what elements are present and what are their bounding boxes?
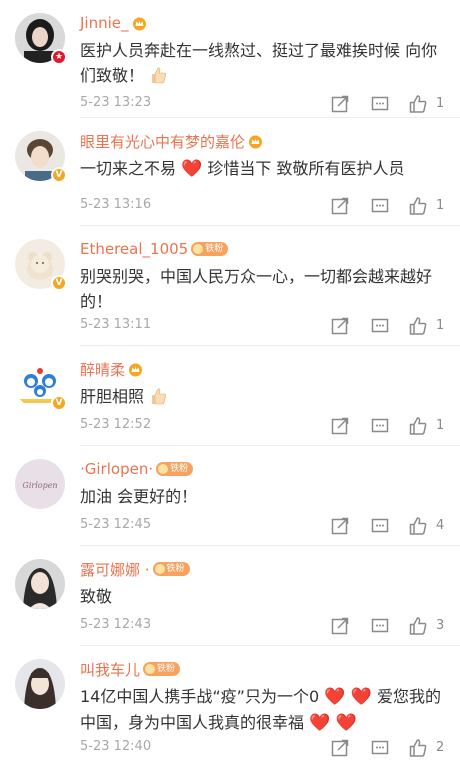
username[interactable]: 眼里有光心中有梦的嘉伦 [80, 131, 245, 152]
share-icon[interactable] [330, 94, 350, 114]
avatar[interactable]: V [15, 131, 67, 183]
comment-icon[interactable] [370, 316, 390, 336]
comment-item: V 眼里有光心中有梦的嘉伦 一切来之不易 ❤️ 珍惜当下 致敬所有医护人员 5-… [0, 118, 460, 226]
timestamp: 5-23 13:23 [80, 95, 152, 110]
username[interactable]: 醉晴柔 [80, 359, 125, 380]
crown-icon [248, 134, 263, 149]
comment-icon[interactable] [370, 738, 390, 758]
comment-icon[interactable] [370, 516, 390, 536]
timestamp: 5-23 12:40 [80, 739, 152, 754]
comment-text: 一切来之不易 ❤️ 珍惜当下 致敬所有医护人员 [80, 159, 405, 179]
comment-text: 致敬 [80, 587, 113, 606]
comment-text: 医护人员奔赴在一线熬过、挺过了最难挨时候 向你们致敬！ [80, 41, 438, 85]
avatar[interactable]: V [15, 239, 67, 291]
share-icon[interactable] [330, 738, 350, 758]
comment-text: 肝胆相照 [80, 384, 445, 409]
timestamp: 5-23 12:43 [80, 617, 152, 632]
share-icon[interactable] [330, 316, 350, 336]
crown-icon [132, 16, 147, 31]
share-icon[interactable] [330, 516, 350, 536]
like-icon[interactable] [408, 738, 428, 758]
like-count: 1 [436, 96, 445, 111]
comment-icon[interactable] [370, 616, 390, 636]
comment-item: 叫我车儿 铁粉 14亿中国人携手战“疫”只为一个0 ❤️ ❤️ 爱您我的中国，身… [0, 646, 460, 763]
timestamp: 5-23 13:11 [80, 317, 152, 332]
heart-emoji-icon: ❤️ [181, 159, 203, 179]
share-icon[interactable] [330, 196, 350, 216]
like-icon[interactable] [408, 616, 428, 636]
like-count: 3 [436, 618, 445, 633]
comment-item: 露可娜娜 · 铁粉 致敬 5-23 12:43 3 [0, 546, 460, 646]
heart-emoji-icon: ❤️ ❤️ [309, 713, 357, 733]
verified-badge-icon: V [51, 167, 67, 183]
comment-text: 14亿中国人携手战“疫”只为一个0 ❤️ ❤️ 爱您我的中国，身为中国人我真的很… [80, 687, 442, 733]
verified-badge-icon: V [51, 275, 67, 291]
avatar[interactable]: Girlopen [15, 459, 65, 509]
like-count: 1 [436, 418, 445, 433]
like-icon[interactable] [408, 516, 428, 536]
like-icon[interactable] [408, 196, 428, 216]
fan-badge: 铁粉 [191, 242, 229, 256]
timestamp: 5-23 12:45 [80, 517, 152, 532]
comment-item: V Ethereal_1005 铁粉 别哭别哭，中国人民万众一心，一切都会越来越… [0, 226, 460, 346]
like-icon[interactable] [408, 416, 428, 436]
comment-item: Girlopen ·Girlopen· 铁粉 加油 会更好的！ 5-23 12:… [0, 446, 460, 546]
avatar-text: Girlopen [22, 481, 57, 490]
avatar[interactable] [15, 559, 65, 609]
username[interactable]: Jinnie_ [80, 14, 129, 32]
like-count: 1 [436, 198, 445, 213]
avatar[interactable]: V [15, 359, 67, 411]
verified-badge-icon: V [51, 395, 67, 411]
avatar[interactable] [15, 659, 65, 709]
comment-icon[interactable] [370, 196, 390, 216]
like-count: 4 [436, 518, 445, 533]
comment-icon[interactable] [370, 416, 390, 436]
like-count: 1 [436, 318, 445, 333]
share-icon[interactable] [330, 616, 350, 636]
fan-badge: 铁粉 [152, 562, 190, 576]
comment-text: 别哭别哭，中国人民万众一心，一切都会越来越好的！ [80, 267, 433, 311]
thumbs-up-emoji-icon [149, 387, 167, 405]
like-count: 2 [436, 740, 445, 755]
share-icon[interactable] [330, 416, 350, 436]
fan-badge: 铁粉 [156, 462, 194, 476]
verified-badge-icon: ★ [51, 49, 67, 65]
fan-badge: 铁粉 [143, 662, 181, 676]
crown-icon [128, 362, 143, 377]
thumbs-up-emoji-icon [149, 66, 167, 84]
timestamp: 5-23 12:52 [80, 417, 152, 432]
comment-item: ★ Jinnie_ 医护人员奔赴在一线熬过、挺过了最难挨时候 向你们致敬！ 5-… [0, 0, 460, 118]
username[interactable]: ·Girlopen· [80, 460, 153, 478]
heart-emoji-icon: ❤️ ❤️ [324, 687, 372, 707]
timestamp: 5-23 13:16 [80, 197, 152, 212]
like-icon[interactable] [408, 316, 428, 336]
like-icon[interactable] [408, 94, 428, 114]
comment-text: 加油 会更好的！ [80, 487, 198, 506]
comment-icon[interactable] [370, 94, 390, 114]
username[interactable]: 叫我车儿 [80, 659, 140, 680]
comment-item: V 醉晴柔 肝胆相照 5-23 12:52 1 [0, 346, 460, 446]
username[interactable]: 露可娜娜 · [80, 559, 150, 580]
avatar[interactable]: ★ [15, 13, 67, 65]
username[interactable]: Ethereal_1005 [80, 240, 188, 258]
